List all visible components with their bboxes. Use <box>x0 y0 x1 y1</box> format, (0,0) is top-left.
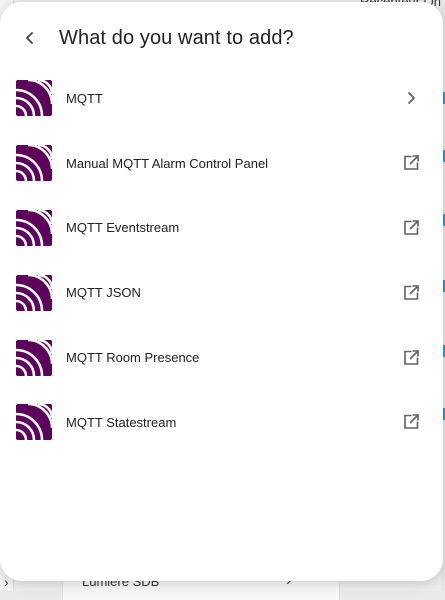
add-integration-dialog: What do you want to add? MQTT Manual MQT… <box>0 2 443 581</box>
open-in-new-icon <box>400 347 422 369</box>
list-item-label: MQTT Eventstream <box>66 220 179 235</box>
open-in-new-icon <box>400 217 422 239</box>
open-in-new-icon <box>400 152 422 174</box>
mqtt-logo-icon <box>16 80 52 116</box>
list-item-manual-mqtt-alarm-control-panel[interactable]: Manual MQTT Alarm Control Panel <box>0 131 443 196</box>
mqtt-logo-icon <box>16 210 52 246</box>
list-item-label: MQTT JSON <box>66 285 141 300</box>
list-item-label: MQTT <box>66 91 103 106</box>
list-item-mqtt-statestream[interactable]: MQTT Statestream <box>0 390 443 455</box>
mqtt-logo-icon <box>16 275 52 311</box>
list-item-mqtt-room-presence[interactable]: MQTT Room Presence <box>0 325 443 390</box>
list-item-label: MQTT Statestream <box>66 415 176 430</box>
list-item-mqtt[interactable]: MQTT <box>0 66 443 131</box>
list-item-mqtt-eventstream[interactable]: MQTT Eventstream <box>0 196 443 261</box>
mqtt-logo-icon <box>16 404 52 440</box>
mqtt-logo-icon <box>16 145 52 181</box>
open-in-new-icon <box>400 411 422 433</box>
back-button[interactable] <box>10 18 50 58</box>
mqtt-logo-icon <box>16 340 52 376</box>
chevron-left-icon <box>23 31 37 45</box>
chevron-right-icon <box>400 87 422 109</box>
dialog-header: What do you want to add? <box>0 2 443 74</box>
dialog-title: What do you want to add? <box>59 27 294 50</box>
list-item-mqtt-json[interactable]: MQTT JSON <box>0 260 443 325</box>
open-in-new-icon <box>400 282 422 304</box>
integration-list: MQTT Manual MQTT Alarm Control Panel MQT… <box>0 66 443 455</box>
list-item-label: MQTT Room Presence <box>66 350 199 365</box>
list-item-label: Manual MQTT Alarm Control Panel <box>66 156 268 171</box>
